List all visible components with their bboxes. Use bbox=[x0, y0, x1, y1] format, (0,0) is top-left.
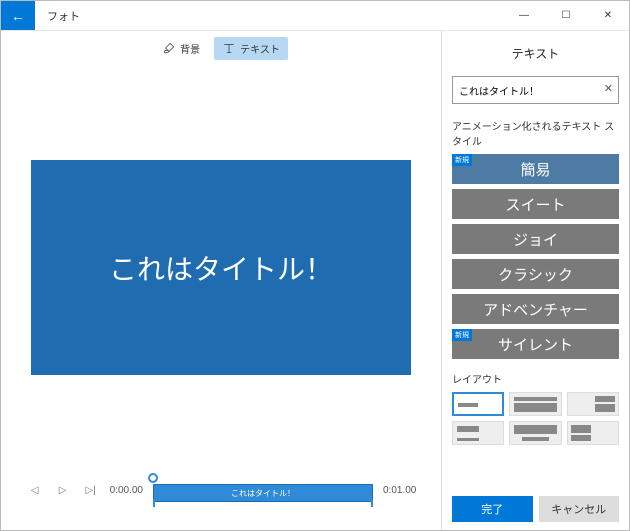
play-button[interactable]: ▷ bbox=[54, 481, 72, 499]
timeline-clip[interactable]: これはタイトル！ bbox=[153, 484, 373, 502]
layout-grid bbox=[452, 392, 619, 445]
tab-text[interactable]: テキスト bbox=[214, 37, 288, 60]
new-badge: 新規 bbox=[452, 154, 472, 166]
side-panel: テキスト ✕ アニメーション化されるテキスト スタイル 新規 簡易 スイート ジ… bbox=[441, 31, 629, 530]
main-panel: 背景 テキスト これはタイトル！ ◁ ▷ ▷| 0:00.00 bbox=[1, 31, 441, 530]
layout-option-1[interactable] bbox=[452, 392, 504, 416]
text-icon bbox=[222, 41, 236, 55]
titlebar: ← フォト ― ☐ ✕ bbox=[1, 1, 629, 31]
style-label: クラシック bbox=[498, 264, 573, 285]
style-option-simple[interactable]: 新規 簡易 bbox=[452, 154, 619, 184]
preview-canvas[interactable]: これはタイトル！ bbox=[31, 160, 411, 375]
style-label: ジョイ bbox=[513, 229, 558, 250]
canvas-wrap: これはタイトル！ bbox=[1, 65, 441, 460]
timeline-trim-start[interactable] bbox=[153, 499, 155, 507]
body: 背景 テキスト これはタイトル！ ◁ ▷ ▷| 0:00.00 bbox=[1, 31, 629, 530]
style-option-sweet[interactable]: スイート bbox=[452, 189, 619, 219]
done-button[interactable]: 完了 bbox=[452, 496, 533, 522]
footer-buttons: 完了 キャンセル bbox=[452, 496, 619, 522]
cancel-label: キャンセル bbox=[551, 501, 606, 517]
tab-text-label: テキスト bbox=[240, 41, 280, 56]
style-option-joy[interactable]: ジョイ bbox=[452, 224, 619, 254]
cancel-button[interactable]: キャンセル bbox=[539, 496, 620, 522]
style-option-adventure[interactable]: アドベンチャー bbox=[452, 294, 619, 324]
x-icon: ✕ bbox=[604, 83, 613, 95]
layout-option-3[interactable] bbox=[567, 392, 619, 416]
timeline[interactable]: これはタイトル！ bbox=[153, 473, 373, 507]
timeline-trim-end[interactable] bbox=[371, 499, 373, 507]
styles-section-label: アニメーション化されるテキスト スタイル bbox=[452, 118, 619, 148]
layout-option-6[interactable] bbox=[567, 421, 619, 445]
close-button[interactable]: ✕ bbox=[587, 1, 629, 30]
canvas-title-text: これはタイトル！ bbox=[109, 248, 333, 288]
step-back-icon: ◁ bbox=[31, 485, 39, 496]
done-label: 完了 bbox=[481, 501, 503, 517]
back-button[interactable]: ← bbox=[1, 1, 35, 30]
prev-frame-button[interactable]: ◁ bbox=[26, 481, 44, 499]
side-panel-title: テキスト bbox=[452, 39, 619, 76]
toolbar: 背景 テキスト bbox=[1, 31, 441, 65]
title-input-row: ✕ bbox=[452, 76, 619, 104]
next-frame-button[interactable]: ▷| bbox=[82, 481, 100, 499]
style-label: サイレント bbox=[498, 334, 573, 355]
arrow-left-icon: ← bbox=[11, 8, 25, 24]
styles-list: 新規 簡易 スイート ジョイ クラシック アドベンチャー 新規 サイレント bbox=[452, 154, 619, 359]
style-label: スイート bbox=[505, 194, 565, 215]
tab-background[interactable]: 背景 bbox=[154, 37, 208, 60]
style-option-silent[interactable]: 新規 サイレント bbox=[452, 329, 619, 359]
app-title: フォト bbox=[35, 1, 92, 30]
close-icon: ✕ bbox=[604, 10, 612, 21]
style-label: アドベンチャー bbox=[483, 299, 588, 320]
minimize-button[interactable]: ― bbox=[503, 1, 545, 30]
step-forward-icon: ▷| bbox=[85, 485, 95, 496]
end-time: 0:01.00 bbox=[383, 485, 416, 496]
layout-section-label: レイアウト bbox=[452, 371, 619, 386]
new-badge: 新規 bbox=[452, 329, 472, 341]
paint-icon bbox=[162, 41, 176, 55]
clear-input-button[interactable]: ✕ bbox=[604, 82, 613, 95]
play-icon: ▷ bbox=[59, 485, 67, 496]
playhead-handle[interactable] bbox=[148, 473, 158, 483]
start-time: 0:00.00 bbox=[110, 485, 143, 496]
layout-option-2[interactable] bbox=[509, 392, 561, 416]
layout-option-5[interactable] bbox=[509, 421, 561, 445]
playback-controls: ◁ ▷ ▷| 0:00.00 これはタイトル！ 0:01.00 bbox=[1, 460, 441, 530]
maximize-button[interactable]: ☐ bbox=[545, 1, 587, 30]
minimize-icon: ― bbox=[519, 10, 529, 21]
tab-background-label: 背景 bbox=[180, 41, 200, 56]
style-option-classic[interactable]: クラシック bbox=[452, 259, 619, 289]
app-window: ← フォト ― ☐ ✕ 背景 テキスト これはタイトル！ bbox=[0, 0, 630, 531]
timeline-clip-label: これはタイトル！ bbox=[231, 488, 295, 499]
style-label: 簡易 bbox=[520, 159, 550, 180]
maximize-icon: ☐ bbox=[562, 10, 571, 21]
layout-option-4[interactable] bbox=[452, 421, 504, 445]
title-input[interactable] bbox=[452, 76, 619, 104]
